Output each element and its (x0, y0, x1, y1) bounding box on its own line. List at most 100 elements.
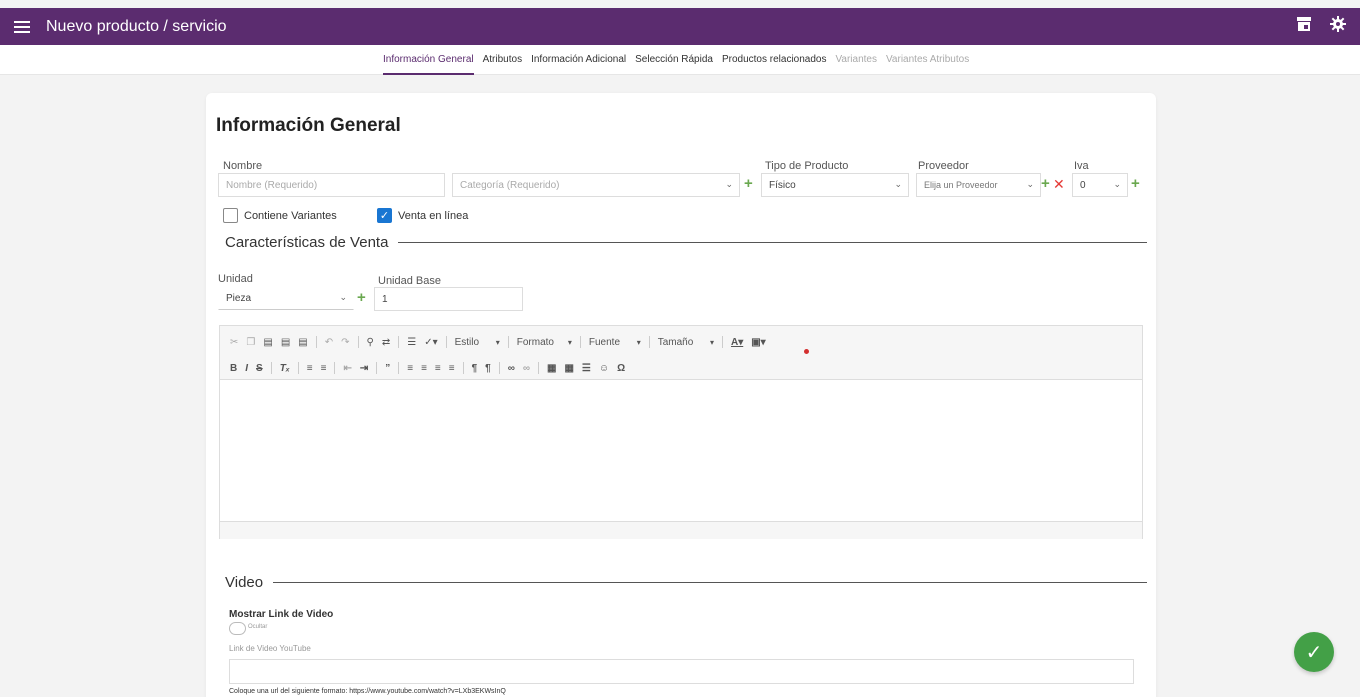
chevron-down-icon: ⌄ (1026, 179, 1034, 189)
toolbar-separator (297, 362, 299, 374)
unidad-base-input[interactable]: 1 (374, 287, 523, 311)
spellcheck-icon[interactable]: ✓▾ (424, 337, 437, 348)
formato-dropdown[interactable]: Formato ▾ (517, 337, 572, 348)
mostrar-video-toggle[interactable] (229, 622, 246, 635)
rich-text-editor: ✂ ❐ ▤ ▤ ▤ ↶ ↷ ⚲ ⇄ ☰ ✓▾ Estilo ▾ Formato … (219, 325, 1143, 539)
tab-productos-relacionados[interactable]: Productos relacionados (722, 45, 827, 75)
toolbar-separator (334, 362, 336, 374)
tipo-producto-label: Tipo de Producto (765, 160, 849, 172)
unidad-label: Unidad (218, 273, 253, 285)
ltr-icon[interactable]: ¶ (472, 363, 478, 374)
table-icon[interactable]: ▦ (564, 363, 573, 374)
categoria-placeholder: Categoría (Requerido) (460, 179, 560, 191)
add-categoria-button[interactable]: + (744, 176, 753, 191)
check-icon: ✓ (1305, 641, 1323, 664)
toolbar-separator (376, 362, 378, 374)
estilo-dropdown[interactable]: Estilo ▾ (455, 337, 500, 348)
rtl-icon[interactable]: ¶ (485, 363, 491, 374)
horizontal-rule-icon[interactable]: ☰ (582, 363, 591, 374)
add-iva-button[interactable]: + (1131, 176, 1140, 191)
unidad-select[interactable]: Pieza ⌄ (218, 286, 354, 310)
align-left-icon[interactable]: ≡ (407, 363, 413, 374)
save-button[interactable]: ✓ (1294, 632, 1334, 672)
strikethrough-icon[interactable]: S (256, 363, 263, 374)
align-center-icon[interactable]: ≡ (421, 363, 427, 374)
video-title: Video (225, 574, 264, 591)
redo-icon[interactable]: ↷ (341, 337, 349, 348)
tamano-label: Tamaño (657, 336, 694, 348)
image-icon[interactable]: ▦ (547, 363, 556, 374)
tab-variantes[interactable]: Variantes (835, 45, 877, 75)
bulleted-list-icon[interactable]: ≡ (321, 363, 327, 374)
unlink-icon[interactable]: ∞ (523, 363, 530, 374)
checkbox-unchecked-icon (223, 208, 238, 223)
add-proveedor-button[interactable]: + (1041, 176, 1050, 191)
editor-toolbar: ✂ ❐ ▤ ▤ ▤ ↶ ↷ ⚲ ⇄ ☰ ✓▾ Estilo ▾ Formato … (220, 326, 1142, 380)
tab-informacion-general[interactable]: Información General (383, 45, 474, 75)
menu-icon[interactable] (14, 20, 30, 33)
replace-icon[interactable]: ⇄ (382, 337, 390, 348)
italic-icon[interactable]: I (245, 363, 248, 374)
find-icon[interactable]: ⚲ (367, 337, 374, 348)
chevron-down-icon: ⌄ (725, 179, 733, 189)
divider (273, 582, 1147, 583)
youtube-hint: Coloque una url del siguiente formato: h… (229, 688, 506, 695)
divider (398, 242, 1147, 243)
outdent-icon[interactable]: ⇤ (343, 363, 351, 374)
blockquote-icon[interactable]: ” (385, 363, 390, 374)
add-unidad-button[interactable]: + (357, 290, 366, 305)
toolbar-separator (579, 336, 581, 348)
formato-label: Formato (516, 336, 554, 348)
tab-informacion-adicional[interactable]: Información Adicional (531, 45, 626, 75)
cut-icon[interactable]: ✂ (230, 337, 238, 348)
paste-icon[interactable]: ▤ (263, 337, 272, 348)
toolbar-separator (462, 362, 464, 374)
smiley-icon[interactable]: ☺ (599, 363, 609, 374)
bold-icon[interactable]: B (230, 363, 237, 374)
remove-proveedor-button[interactable]: ✕ (1053, 177, 1065, 191)
toolbar-separator (721, 336, 723, 348)
tab-seleccion-rapida[interactable]: Selección Rápida (635, 45, 713, 75)
toolbar-separator (315, 336, 317, 348)
special-char-icon[interactable]: Ω (617, 363, 625, 374)
indent-icon[interactable]: ⇥ (360, 363, 368, 374)
text-color-icon[interactable]: A▾ (731, 337, 743, 348)
copy-icon[interactable]: ❐ (246, 337, 255, 348)
tamano-dropdown[interactable]: Tamaño ▾ (658, 337, 714, 348)
categoria-select[interactable]: Categoría (Requerido) ⌄ (452, 173, 740, 197)
background-color-icon[interactable]: ▣▾ (751, 337, 765, 348)
contiene-variantes-label: Contiene Variantes (244, 209, 337, 222)
contiene-variantes-checkbox[interactable]: Contiene Variantes (223, 208, 337, 223)
mostrar-video-label: Mostrar Link de Video (229, 609, 334, 620)
align-justify-icon[interactable]: ≡ (449, 363, 455, 374)
app-header: Nuevo producto / servicio (0, 8, 1360, 45)
align-right-icon[interactable]: ≡ (435, 363, 441, 374)
toolbar-separator (398, 362, 400, 374)
numbered-list-icon[interactable]: ≡ (307, 363, 313, 374)
fuente-dropdown[interactable]: Fuente ▾ (589, 337, 641, 348)
editor-content-area[interactable] (220, 380, 1142, 521)
youtube-link-input[interactable] (229, 659, 1134, 684)
toggle-label: Ocultar (248, 624, 268, 630)
caracteristicas-heading: Características de Venta (225, 234, 1147, 251)
paste-word-icon[interactable]: ▤ (298, 337, 307, 348)
toolbar-separator (498, 362, 500, 374)
tab-variantes-atributos[interactable]: Variantes Atributos (886, 45, 969, 75)
gear-icon[interactable] (1330, 16, 1346, 32)
proveedor-select[interactable]: Elija un Proveedor ⌄ (916, 173, 1041, 197)
page-title: Nuevo producto / servicio (46, 17, 227, 35)
paste-text-icon[interactable]: ▤ (281, 337, 290, 348)
nombre-input[interactable]: Nombre (Requerido) (218, 173, 445, 197)
select-all-icon[interactable]: ☰ (407, 337, 416, 348)
store-icon[interactable] (1296, 16, 1312, 32)
toggle-icon (229, 622, 246, 635)
iva-select[interactable]: 0 ⌄ (1072, 173, 1128, 197)
undo-icon[interactable]: ↶ (325, 337, 333, 348)
editor-status-bar (220, 521, 1142, 539)
unidad-base-label: Unidad Base (378, 275, 441, 287)
remove-format-icon[interactable]: Tₓ (280, 363, 290, 374)
tipo-producto-select[interactable]: Físico ⌄ (761, 173, 909, 197)
link-icon[interactable]: ∞ (508, 363, 515, 374)
venta-en-linea-checkbox[interactable]: ✓ Venta en línea (377, 208, 468, 223)
tab-atributos[interactable]: Atributos (483, 45, 522, 75)
